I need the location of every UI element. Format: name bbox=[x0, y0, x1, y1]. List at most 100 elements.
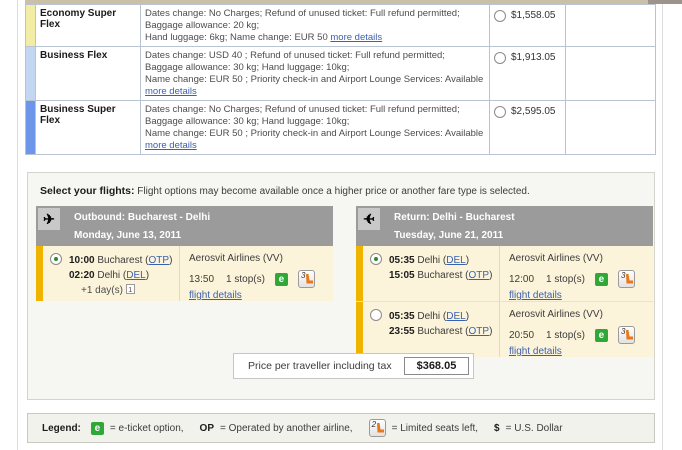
fare-description: Dates change: No Charges; Refund of unus… bbox=[141, 101, 490, 154]
flight-stops: 1 stop(s) bbox=[546, 329, 585, 341]
flight-duration: 13:50 bbox=[189, 273, 215, 285]
legend-eticket-text: = e-ticket option, bbox=[109, 422, 184, 434]
flight-booking-page: { "colors": { "economy_band": "#F2ECA4",… bbox=[0, 0, 682, 450]
select-flights-intro: Select your flights: Flight options may … bbox=[40, 185, 530, 197]
plus-days-badge: 1 bbox=[125, 284, 135, 294]
legend-seats-text: = Limited seats left, bbox=[391, 422, 479, 434]
outbound-flight-box: ✈ Outbound: Bucharest - Delhi Monday, Ju… bbox=[36, 206, 333, 301]
plus-days: +1 day(s) 1 bbox=[69, 283, 179, 298]
fare-row-business-flex: Business Flex Dates change: USD 40 ; Ref… bbox=[26, 47, 655, 101]
flight-radio[interactable] bbox=[370, 309, 382, 321]
outbound-header: ✈ Outbound: Bucharest - Delhi Monday, Ju… bbox=[36, 206, 333, 246]
flight-duration: 20:50 bbox=[509, 329, 535, 341]
airport-code-link[interactable]: OTP bbox=[469, 326, 490, 337]
eticket-icon: e bbox=[594, 328, 608, 342]
more-details-link[interactable]: more details bbox=[145, 86, 197, 97]
fare-radio[interactable] bbox=[494, 52, 506, 64]
airport-code-link[interactable]: OTP bbox=[149, 255, 170, 266]
airline-name: Aerosvit Airlines (VV) bbox=[509, 253, 603, 264]
return-route: Return: Delhi - Bucharest bbox=[394, 212, 515, 223]
legend-dollar-text: = U.S. Dollar bbox=[505, 422, 563, 434]
fare-color-band bbox=[26, 5, 36, 46]
fare-color-band bbox=[26, 47, 36, 100]
fare-name: Business Super Flex bbox=[36, 101, 141, 154]
flight-details-link[interactable]: flight details bbox=[509, 290, 562, 301]
return-option-1: 05:35 Delhi (DEL) 15:05 Bucharest (OTP) … bbox=[356, 246, 653, 302]
limited-seats-icon: 3 bbox=[617, 326, 635, 344]
flight-airline-info: Aerosvit Airlines (VV) 13:50 1 stop(s) e… bbox=[179, 246, 333, 301]
select-flights-panel: Select your flights: Flight options may … bbox=[27, 172, 655, 400]
airline-name: Aerosvit Airlines (VV) bbox=[509, 309, 603, 320]
airport-code-link[interactable]: DEL bbox=[446, 311, 465, 322]
fare-empty-cell bbox=[566, 47, 655, 100]
fare-radio[interactable] bbox=[494, 10, 506, 22]
duration-stops-line: 12:00 1 stop(s) e 3 bbox=[509, 270, 653, 288]
duration-stops-line: 13:50 1 stop(s) e 3 bbox=[189, 270, 333, 288]
flight-airline-info: Aerosvit Airlines (VV) 12:00 1 stop(s) e… bbox=[499, 246, 653, 301]
fare-price-cell: $2,595.05 bbox=[490, 101, 566, 154]
fare-empty-cell bbox=[566, 5, 655, 46]
limited-seats-icon: 3 bbox=[297, 270, 315, 288]
fare-description-text: Dates change: No Charges; Refund of unus… bbox=[145, 8, 460, 43]
flight-stops: 1 stop(s) bbox=[226, 273, 265, 285]
airport-code-link[interactable]: OTP bbox=[469, 270, 490, 281]
flight-duration: 12:00 bbox=[509, 273, 535, 285]
return-option-2: 05:35 Delhi (DEL) 23:55 Bucharest (OTP) … bbox=[356, 302, 653, 357]
outbound-option-1: 10:00 Bucharest (OTP) 02:20 Delhi (DEL) … bbox=[36, 246, 333, 301]
fare-description: Dates change: No Charges; Refund of unus… bbox=[141, 5, 490, 46]
more-details-link[interactable]: more details bbox=[330, 32, 382, 43]
fare-comparison-table: Economy Super Flex Dates change: No Char… bbox=[25, 4, 656, 155]
flight-details-link[interactable]: flight details bbox=[509, 346, 562, 357]
airport-code-link[interactable]: DEL bbox=[446, 255, 465, 266]
fare-row-business-super-flex: Business Super Flex Dates change: No Cha… bbox=[26, 101, 655, 154]
option-color-band bbox=[356, 246, 363, 301]
page-right-border bbox=[662, 0, 663, 450]
flight-stops: 1 stop(s) bbox=[546, 273, 585, 285]
page-left-border bbox=[17, 0, 18, 450]
airport-code-link[interactable]: DEL bbox=[126, 270, 145, 281]
legend-title: Legend: bbox=[42, 422, 81, 434]
limited-seats-icon: 2 bbox=[368, 419, 386, 437]
flight-airline-info: Aerosvit Airlines (VV) 20:50 1 stop(s) e… bbox=[499, 302, 653, 357]
fare-color-band bbox=[26, 101, 36, 154]
option-color-band bbox=[356, 302, 363, 357]
legend-op-text: = Operated by another airline, bbox=[220, 422, 353, 434]
eticket-icon: e bbox=[274, 272, 288, 286]
flight-radio-selected[interactable] bbox=[50, 253, 62, 265]
legend-op-label: OP bbox=[199, 422, 214, 434]
return-flight-box: ✈ Return: Delhi - Bucharest Tuesday, Jun… bbox=[356, 206, 653, 357]
fare-empty-cell bbox=[566, 101, 655, 154]
fare-name: Economy Super Flex bbox=[36, 5, 141, 46]
legend-bar: Legend: e = e-ticket option, OP = Operat… bbox=[27, 413, 655, 443]
fare-price: $1,558.05 bbox=[511, 10, 556, 21]
fare-price: $1,913.05 bbox=[511, 52, 556, 63]
outbound-date: Monday, June 13, 2011 bbox=[74, 230, 182, 241]
plane-right-icon: ✈ bbox=[38, 208, 60, 230]
outbound-route: Outbound: Bucharest - Delhi bbox=[74, 212, 211, 223]
flight-times: 05:35 Delhi (DEL) 15:05 Bucharest (OTP) bbox=[389, 255, 493, 281]
return-header: ✈ Return: Delhi - Bucharest Tuesday, Jun… bbox=[356, 206, 653, 246]
legend-dollar-label: $ bbox=[494, 422, 500, 434]
more-details-link[interactable]: more details bbox=[145, 140, 197, 151]
price-value: $368.05 bbox=[403, 357, 470, 375]
return-date: Tuesday, June 21, 2011 bbox=[394, 230, 504, 241]
flight-details-link[interactable]: flight details bbox=[189, 290, 242, 301]
price-per-traveller-bar: Price per traveller including tax $368.0… bbox=[233, 353, 475, 379]
fare-price: $2,595.05 bbox=[511, 106, 556, 117]
fare-description-text: Dates change: USD 40 ; Refund of unused … bbox=[145, 50, 484, 85]
airline-name: Aerosvit Airlines (VV) bbox=[189, 253, 283, 264]
fare-description: Dates change: USD 40 ; Refund of unused … bbox=[141, 47, 490, 100]
fare-row-economy-super-flex: Economy Super Flex Dates change: No Char… bbox=[26, 5, 655, 47]
flight-times: 05:35 Delhi (DEL) 23:55 Bucharest (OTP) bbox=[389, 311, 493, 337]
fare-name: Business Flex bbox=[36, 47, 141, 100]
limited-seats-icon: 3 bbox=[617, 270, 635, 288]
eticket-icon: e bbox=[594, 272, 608, 286]
select-flights-subtitle: Flight options may become available once… bbox=[137, 186, 530, 197]
fare-price-cell: $1,913.05 bbox=[490, 47, 566, 100]
flight-times: 10:00 Bucharest (OTP) 02:20 Delhi (DEL) … bbox=[69, 246, 179, 301]
select-flights-title: Select your flights: bbox=[40, 185, 135, 197]
plane-left-icon: ✈ bbox=[358, 208, 380, 230]
fare-radio[interactable] bbox=[494, 106, 506, 118]
option-color-band bbox=[36, 246, 43, 301]
flight-radio-selected[interactable] bbox=[370, 253, 382, 265]
